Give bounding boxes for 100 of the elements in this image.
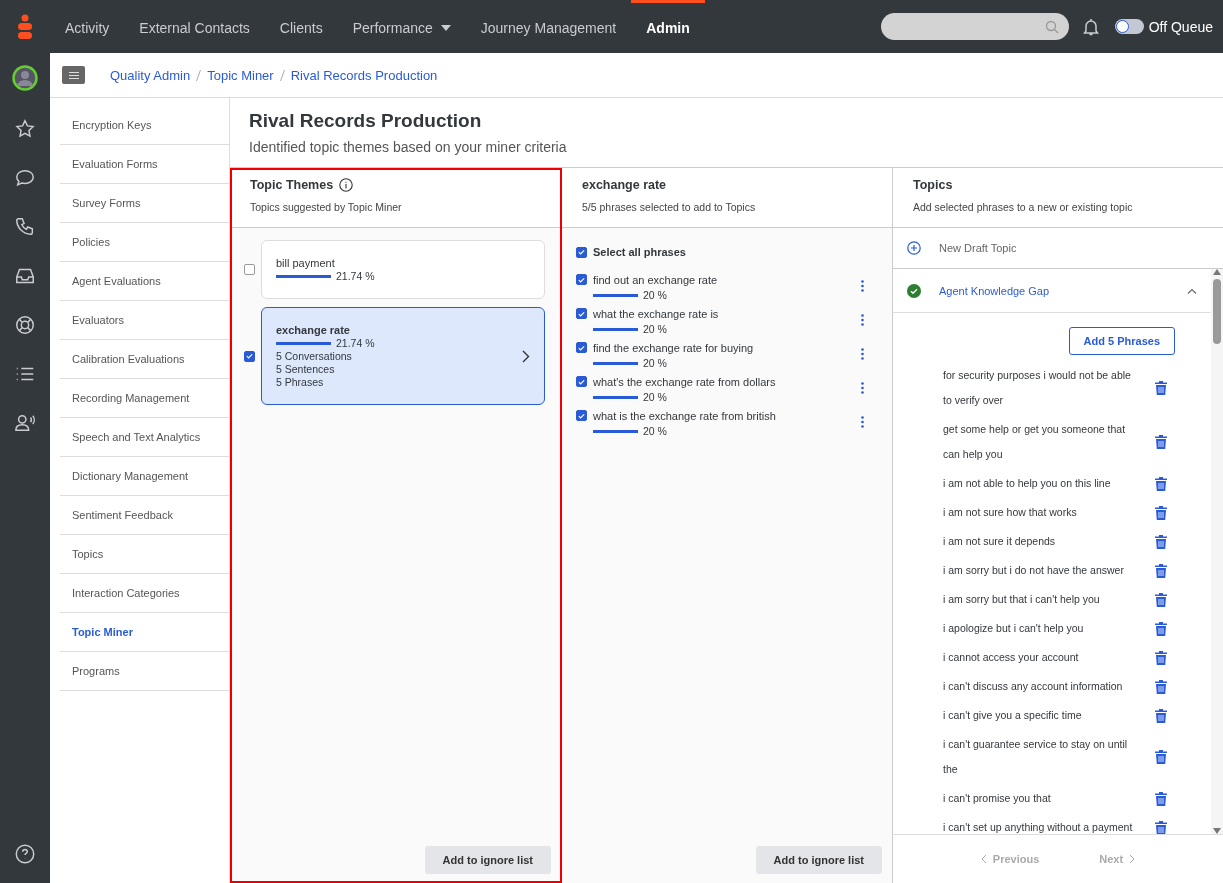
theme-name: exchange rate <box>276 324 351 336</box>
share-percent: 21.74 % <box>336 337 375 349</box>
sidebar-item[interactable]: Dictionary Management <box>60 457 229 496</box>
more-icon[interactable] <box>861 280 864 292</box>
sidebar-item[interactable]: Speech and Text Analytics <box>60 418 229 457</box>
checkbox[interactable] <box>576 376 587 387</box>
topic-phrase: i am not sure it depends <box>943 534 1057 549</box>
nav-tab[interactable]: Admin <box>631 0 705 53</box>
scrollbar[interactable] <box>1211 269 1223 834</box>
sidebar-item[interactable]: Policies <box>60 223 229 262</box>
avatar-icon[interactable] <box>12 65 38 91</box>
sidebar-item[interactable]: Evaluators <box>60 301 229 340</box>
phrase-text: what is the exchange rate from british <box>593 410 777 422</box>
panel-subtitle: 5/5 phrases selected to add to Topics <box>582 201 757 213</box>
sidebar-item[interactable]: Interaction Categories <box>60 574 229 613</box>
phone-icon[interactable] <box>14 216 36 238</box>
trash-icon[interactable] <box>1155 708 1167 723</box>
share-bar <box>593 361 638 365</box>
sidebar-item[interactable]: Encryption Keys <box>60 106 229 145</box>
checkbox[interactable] <box>576 246 587 258</box>
add-icon[interactable] <box>907 241 921 255</box>
queue-toggle[interactable] <box>1114 19 1144 34</box>
sidebar-item[interactable]: Programs <box>60 652 229 691</box>
nav-tab[interactable]: Clients <box>264 0 338 53</box>
trash-icon[interactable] <box>1155 750 1167 764</box>
share-bar <box>593 429 638 433</box>
more-icon[interactable] <box>861 314 864 326</box>
trash-icon[interactable] <box>1155 476 1167 491</box>
trash-icon[interactable] <box>1155 791 1167 806</box>
nav-tab[interactable]: Journey Management <box>465 0 632 53</box>
trash-icon[interactable] <box>1155 534 1167 549</box>
chat-icon[interactable] <box>14 167 36 189</box>
theme-card[interactable]: bill payment 21.74 % <box>261 240 545 299</box>
nav-tab[interactable]: External Contacts <box>124 0 265 53</box>
sidebar-item[interactable]: Sentiment Feedback <box>60 496 229 535</box>
sidebar-item[interactable]: Recording Management <box>60 379 229 418</box>
search-icon <box>1044 19 1059 34</box>
nav-tab[interactable]: Activity <box>50 0 125 53</box>
ignore-list-button[interactable]: Add to ignore list <box>424 846 551 874</box>
info-icon[interactable] <box>339 178 354 192</box>
lifebuoy-icon[interactable] <box>14 314 36 336</box>
trash-icon[interactable] <box>1155 621 1167 636</box>
more-icon[interactable] <box>861 416 864 428</box>
trash-icon[interactable] <box>1155 505 1167 520</box>
scroll-thumb[interactable] <box>1213 279 1221 344</box>
logo-icon[interactable] <box>18 13 32 40</box>
separator-icon <box>196 69 202 81</box>
checkbox[interactable] <box>576 342 587 353</box>
breadcrumb-link[interactable]: Rival Records Production <box>290 67 438 83</box>
share-bar <box>593 327 638 331</box>
nav-tab[interactable]: Performance <box>337 0 466 53</box>
trash-icon[interactable] <box>1155 820 1167 834</box>
share-percent: 20 % <box>643 357 667 369</box>
sidebar-item[interactable]: Topic Miner <box>60 613 229 652</box>
checkbox[interactable] <box>576 274 587 285</box>
more-icon[interactable] <box>861 348 864 360</box>
checkbox[interactable] <box>244 264 255 275</box>
checkbox[interactable] <box>576 410 587 421</box>
checkbox[interactable] <box>244 350 255 362</box>
chevron-right-icon <box>522 349 530 363</box>
trash-icon[interactable] <box>1155 435 1167 449</box>
more-icon[interactable] <box>861 382 864 394</box>
page-title: Rival Records Production <box>249 110 483 132</box>
add-phrases-button[interactable]: Add 5 Phrases <box>1068 327 1175 355</box>
new-topic-button[interactable]: New Draft Topic <box>939 242 1017 254</box>
trash-icon[interactable] <box>1155 592 1167 607</box>
panel-title: exchange rate <box>582 178 667 192</box>
sidebar-item[interactable]: Calibration Evaluations <box>60 340 229 379</box>
panel-subtitle: Add selected phrases to a new or existing topic <box>913 201 1134 213</box>
search-field[interactable] <box>880 13 1069 40</box>
bell-icon[interactable] <box>1082 17 1099 36</box>
phrase-text: what's the exchange rate from dollars <box>593 376 777 388</box>
breadcrumb-link[interactable]: Quality Admin <box>110 67 191 83</box>
chevron-icon[interactable] <box>1187 287 1197 294</box>
star-icon[interactable] <box>14 118 36 140</box>
share-bar <box>276 274 331 278</box>
person-voice-icon[interactable] <box>14 412 36 434</box>
trash-icon[interactable] <box>1155 381 1167 395</box>
trash-icon[interactable] <box>1155 650 1167 665</box>
trash-icon[interactable] <box>1155 679 1167 694</box>
topic-phrase: i can't give you a specific time <box>943 708 1083 723</box>
topic-phrase: i can't discuss any account information <box>943 679 1124 694</box>
ignore-list-button[interactable]: Add to ignore list <box>755 846 882 874</box>
help-icon[interactable] <box>14 843 36 865</box>
checkbox[interactable] <box>576 308 587 319</box>
topic-name[interactable]: Agent Knowledge Gap <box>939 284 1169 297</box>
topic-phrase: i am not able to help you on this line <box>943 476 1112 491</box>
sidebar-item[interactable]: Topics <box>60 535 229 574</box>
breadcrumb-link[interactable]: Topic Miner <box>207 67 274 83</box>
theme-detail: 5 Conversations <box>276 350 353 362</box>
menu-button[interactable] <box>62 66 85 84</box>
share-percent: 20 % <box>643 323 667 335</box>
share-bar <box>593 395 638 399</box>
sidebar-item[interactable]: Evaluation Forms <box>60 145 229 184</box>
sidebar-item[interactable]: Survey Forms <box>60 184 229 223</box>
topic-phrase: i apologize but i can't help you <box>943 621 1085 636</box>
trash-icon[interactable] <box>1155 563 1167 578</box>
share-percent: 20 % <box>643 391 667 403</box>
sidebar-item[interactable]: Agent Evaluations <box>60 262 229 301</box>
theme-card[interactable]: exchange rate 21.74 % 5 Conversations 5 Sentences 5 Phrases <box>261 307 545 405</box>
